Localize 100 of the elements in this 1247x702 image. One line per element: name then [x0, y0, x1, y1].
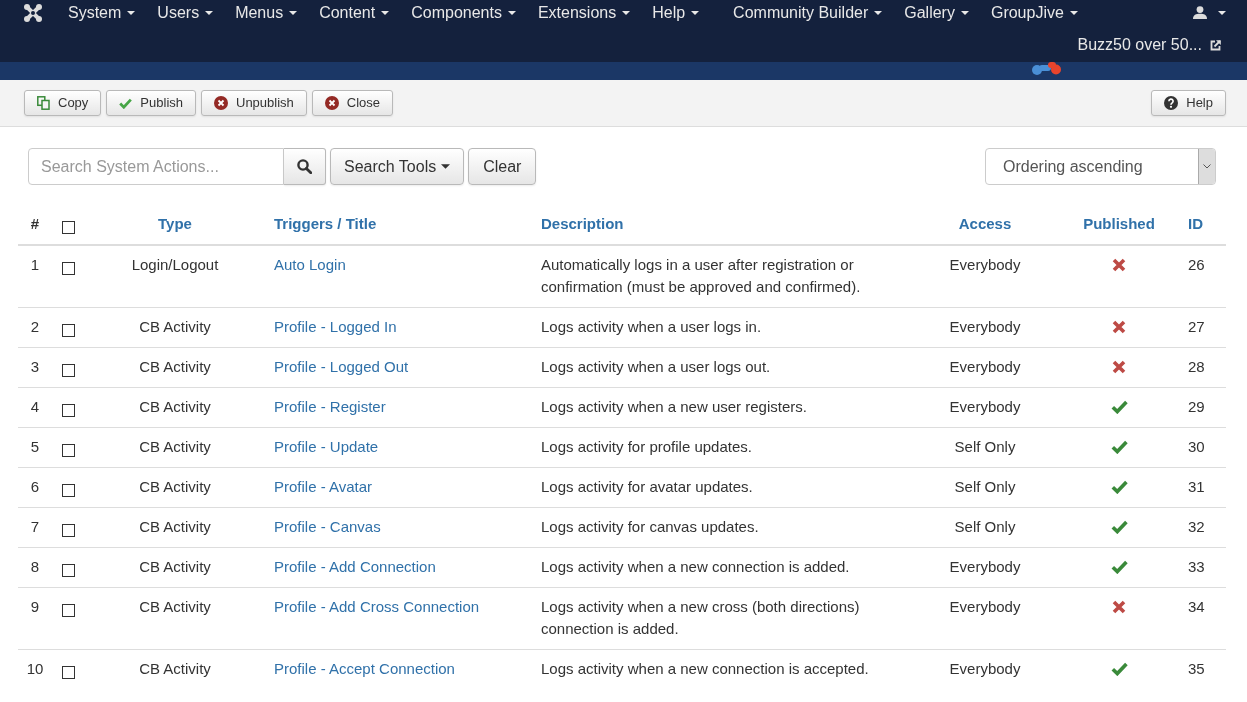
search-tools-button[interactable]: Search Tools	[330, 148, 465, 185]
checkbox[interactable]	[62, 666, 75, 680]
caret-icon	[289, 10, 298, 15]
clear-button[interactable]: Clear	[468, 148, 537, 185]
checkbox[interactable]	[62, 484, 75, 498]
menu-item[interactable]: Content	[308, 0, 401, 25]
checkbox[interactable]	[62, 604, 75, 618]
menu-item[interactable]: Extensions	[526, 0, 642, 25]
cross-circle-icon	[214, 96, 228, 110]
column-header[interactable]: Description	[532, 205, 912, 245]
caret-icon	[622, 10, 631, 15]
table-cell: 4	[18, 387, 52, 428]
column-header: #	[18, 205, 52, 245]
cross-icon[interactable]	[1112, 319, 1126, 334]
caret-icon	[441, 164, 451, 169]
table-cell: 33	[1180, 547, 1226, 588]
menu-item[interactable]: Community Builder	[722, 0, 894, 25]
table-cell: Logs activity when a user logs in.	[532, 307, 912, 348]
table-cell: Logs activity when a new connection is accepted.	[532, 649, 912, 689]
table-cell: 10	[18, 649, 52, 689]
toolbar-button[interactable]: Copy	[24, 90, 102, 116]
title-link[interactable]: Profile - Add Connection	[274, 558, 436, 575]
title-link[interactable]: Profile - Avatar	[274, 478, 373, 495]
title-link[interactable]: Profile - Canvas	[274, 518, 381, 535]
title-link[interactable]: Profile - Register	[274, 398, 386, 415]
menu-item[interactable]: Gallery	[893, 0, 980, 25]
menu-item[interactable]: Menus	[224, 0, 309, 25]
menu-item[interactable]: Components	[400, 0, 527, 25]
ordering-select[interactable]: Ordering ascending	[985, 148, 1216, 185]
table-cell: CB Activity	[85, 587, 265, 650]
table-cell: CB Activity	[85, 427, 265, 468]
checkbox[interactable]	[62, 220, 75, 234]
title-link[interactable]: Profile - Logged Out	[274, 358, 409, 375]
check-icon[interactable]	[1110, 661, 1128, 676]
table-cell: CB Activity	[85, 467, 265, 508]
check-icon[interactable]	[1110, 559, 1128, 574]
table-cell: Everybody	[912, 245, 1058, 308]
cross-icon[interactable]	[1112, 359, 1126, 374]
table-cell: 30	[1180, 427, 1226, 468]
title-link[interactable]: Profile - Add Cross Connection	[274, 598, 480, 615]
table-cell: Everybody	[912, 587, 1058, 650]
table-cell: Everybody	[912, 387, 1058, 428]
logo-icon	[1031, 62, 1062, 75]
checkbox[interactable]	[62, 444, 75, 458]
menu-item[interactable]: Users	[146, 0, 225, 25]
table-cell: Self Only	[912, 507, 1058, 548]
check-icon[interactable]	[1110, 519, 1128, 534]
site-link[interactable]: Buzz50 over 50...	[1077, 33, 1221, 57]
title-link[interactable]: Profile - Logged In	[274, 318, 397, 335]
cross-icon[interactable]	[1112, 257, 1126, 272]
table-cell: Self Only	[912, 467, 1058, 508]
title-link[interactable]: Profile - Accept Connection	[274, 660, 455, 677]
title-link[interactable]: Auto Login	[274, 256, 346, 273]
column-header[interactable]: Triggers / Title	[265, 205, 532, 245]
table-cell: Self Only	[912, 427, 1058, 468]
title-link[interactable]: Profile - Update	[274, 438, 379, 455]
caret-icon	[691, 10, 700, 15]
table-cell: Logs activity for avatar updates.	[532, 467, 912, 508]
column-header[interactable]: Type	[85, 205, 265, 245]
column-header[interactable]: ID	[1180, 205, 1226, 245]
checkbox[interactable]	[62, 262, 75, 276]
check-icon[interactable]	[1110, 399, 1128, 414]
caret-icon	[381, 10, 390, 15]
table-cell: Everybody	[912, 547, 1058, 588]
caret-icon	[1069, 10, 1078, 15]
column-header[interactable]: Published	[1058, 205, 1180, 245]
table-cell: Everybody	[912, 649, 1058, 689]
table-cell: 9	[18, 587, 52, 650]
table-cell: Logs activity when a user logs out.	[532, 347, 912, 388]
toolbar-button[interactable]: Unpublish	[201, 90, 307, 116]
cross-icon[interactable]	[1112, 599, 1126, 614]
menu-item[interactable]: System	[57, 0, 147, 25]
menu-item[interactable]: GroupJive	[979, 0, 1089, 25]
table-cell: CB Activity	[85, 649, 265, 689]
menu-item[interactable]: Help	[641, 0, 711, 25]
checkbox[interactable]	[62, 364, 75, 378]
checkbox[interactable]	[62, 324, 75, 338]
column-header[interactable]: Access	[912, 205, 1058, 245]
help-button[interactable]: Help	[1151, 90, 1226, 116]
search-icon	[297, 159, 312, 174]
checkbox[interactable]	[62, 564, 75, 578]
check-icon[interactable]	[1110, 479, 1128, 494]
caret-icon	[960, 10, 969, 15]
copy-icon	[37, 96, 50, 110]
check-icon[interactable]	[1110, 439, 1128, 454]
table-cell: Logs activity when a new cross (both directions) connection is added.	[532, 587, 912, 650]
table-cell: Login/Logout	[85, 245, 265, 308]
table-cell: Logs activity for profile updates.	[532, 427, 912, 468]
toolbar-button[interactable]: Close	[311, 90, 394, 116]
table-cell: Automatically logs in a user after registration or confirmation (must be approved and confirmed).	[532, 245, 912, 308]
search-field[interactable]: Search System Actions...	[28, 148, 284, 185]
table-cell: 1	[18, 245, 52, 308]
checkbox[interactable]	[62, 524, 75, 538]
table-cell: 29	[1180, 387, 1226, 428]
search-button[interactable]	[284, 148, 326, 185]
checkbox[interactable]	[62, 404, 75, 418]
toolbar-button[interactable]: Publish	[106, 90, 196, 116]
logo-icon[interactable]	[24, 3, 42, 22]
table-cell: CB Activity	[85, 307, 265, 348]
external-link-icon	[1210, 39, 1221, 51]
